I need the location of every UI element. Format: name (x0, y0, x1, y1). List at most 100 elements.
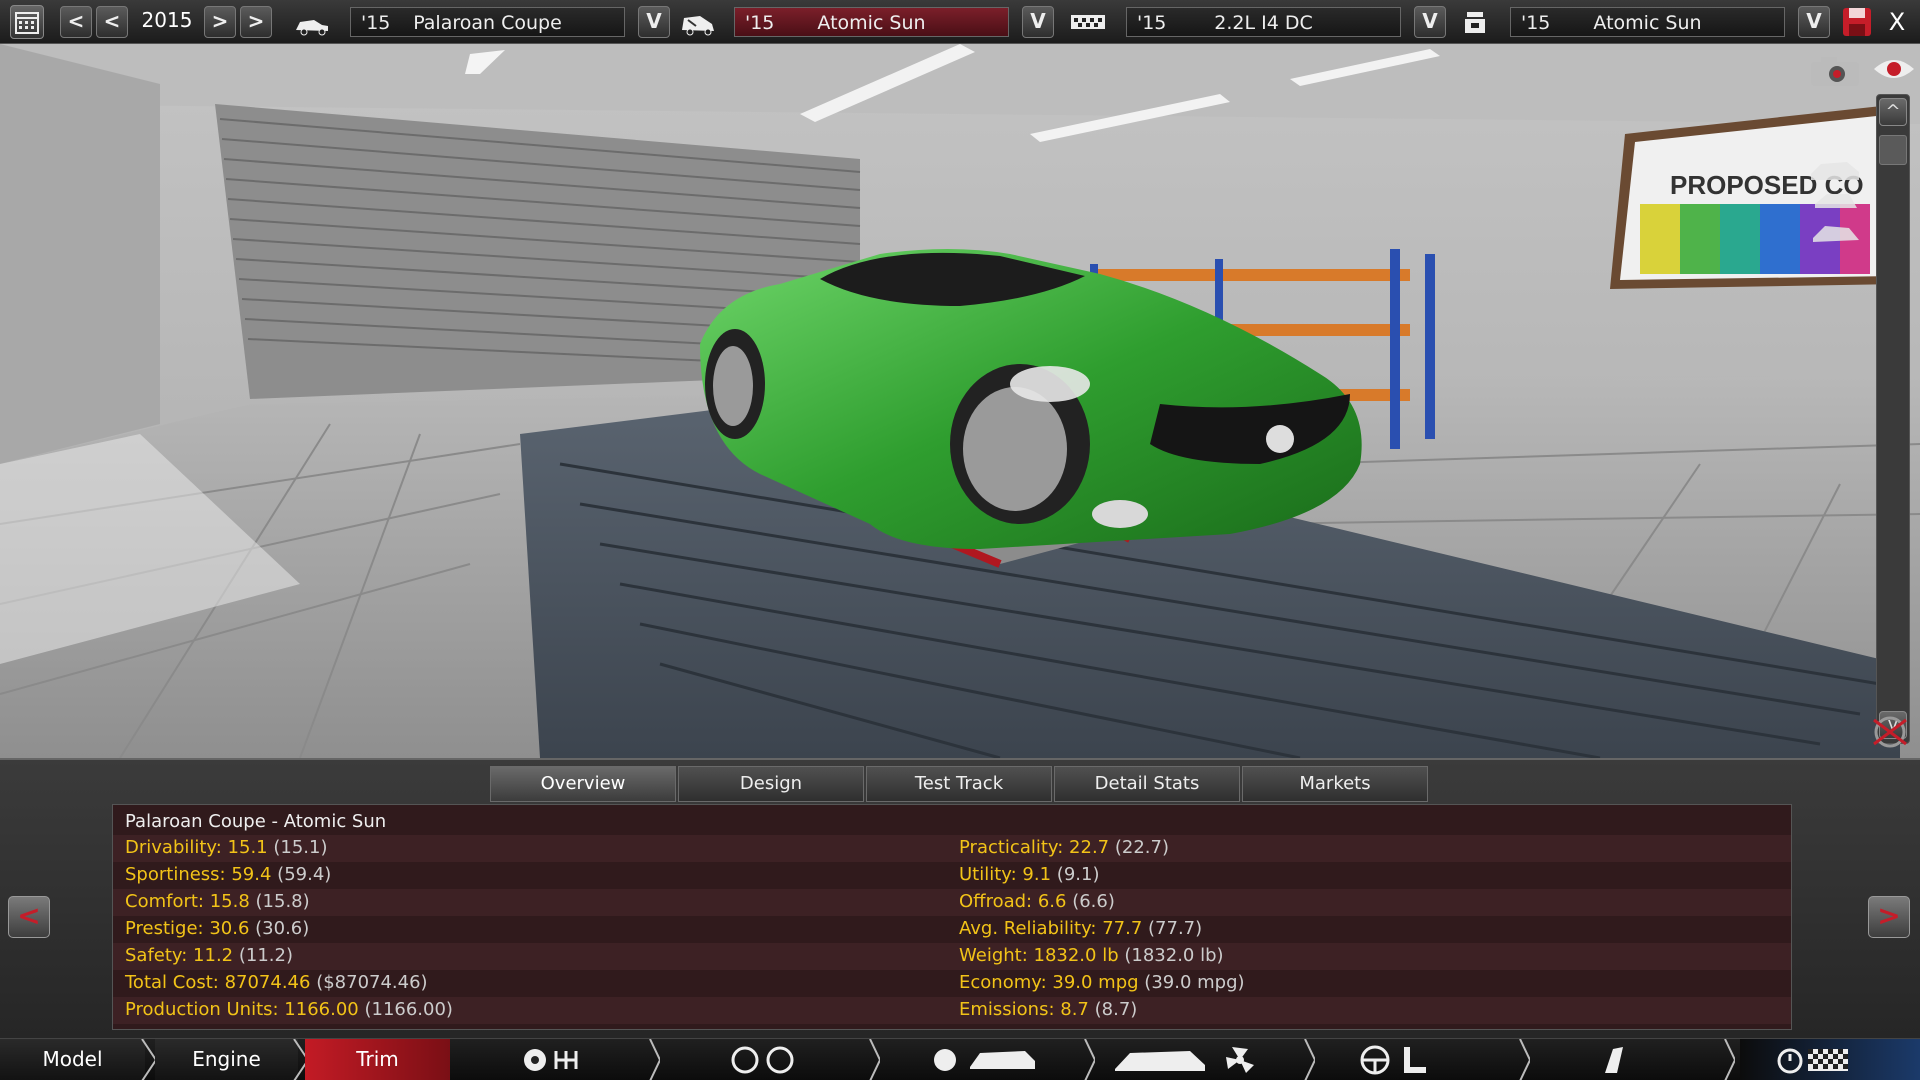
stat-value: (8.7) (1094, 999, 1138, 1020)
nav-model[interactable]: Model (0, 1039, 145, 1080)
stat-utility: Utility: 9.1 (9.1) (959, 864, 1099, 885)
nav-chassis-step[interactable] (460, 1038, 662, 1080)
scroll-thumb[interactable] (1879, 135, 1907, 165)
row-bg (113, 835, 1791, 862)
nav-suspension-step[interactable] (670, 1038, 882, 1080)
row-bg (113, 889, 1791, 916)
stat-value: (77.7) (1148, 918, 1203, 939)
year-next-button[interactable]: > (204, 6, 236, 38)
stat-value: ($87074.46) (316, 972, 428, 993)
stat-reliability: Avg. Reliability: 77.7 (77.7) (959, 918, 1202, 939)
spray-can-icon (1605, 1047, 1623, 1073)
stat-label: Utility: 9.1 (959, 864, 1052, 885)
stat-value: (15.1) (273, 837, 328, 858)
stat-label: Economy: 39.0 mpg (959, 972, 1139, 993)
checkered-flag-icon (1808, 1049, 1848, 1071)
engine-name: 2.2L I4 DC (1214, 12, 1313, 34)
stat-value: (1832.0 lb) (1124, 945, 1224, 966)
stopwatch-icon (1777, 1048, 1803, 1074)
gearbox-icon (554, 1051, 578, 1069)
eye-icon[interactable] (1872, 54, 1916, 84)
stat-label: Safety: 11.2 (125, 945, 234, 966)
engine-dropdown-button[interactable]: V (1414, 6, 1446, 38)
tab-markets[interactable]: Markets (1242, 766, 1428, 802)
stat-label: Practicality: 22.7 (959, 837, 1110, 858)
engine-selector[interactable]: '15 2.2L I4 DC (1126, 7, 1401, 37)
stat-production-units: Production Units: 1166.00 (1166.00) (125, 999, 453, 1020)
stat-value: (15.8) (255, 891, 310, 912)
viewport-scrollbar[interactable]: ^ v (1876, 94, 1910, 744)
stat-value: (39.0 mpg) (1144, 972, 1245, 993)
trim-name: Atomic Sun (817, 12, 926, 34)
stat-label: Avg. Reliability: 77.7 (959, 918, 1143, 939)
panel-tabs: Overview Design Test Track Detail Stats … (490, 766, 1430, 802)
trim-car-icon (678, 6, 718, 38)
trim-dropdown-button[interactable]: V (1022, 6, 1054, 38)
camera-icon[interactable] (1805, 54, 1865, 90)
car-side-icon (1115, 1051, 1205, 1071)
model-name: Palaroan Coupe (413, 12, 562, 34)
year-display: 2015 (141, 8, 193, 32)
nav-aero-step[interactable] (1100, 1038, 1317, 1080)
next-panel-button[interactable]: > (1868, 896, 1910, 938)
gear-icon (524, 1049, 546, 1071)
trim-selector[interactable]: '15 Atomic Sun (734, 7, 1009, 37)
tab-detail-stats[interactable]: Detail Stats (1054, 766, 1240, 802)
nav-interior-step[interactable] (1320, 1038, 1532, 1080)
top-toolbar: < < 2015 > > '15 Palaroan Coupe V '15 At… (0, 0, 1920, 44)
prev-panel-button[interactable]: < (8, 896, 50, 938)
stat-total-cost: Total Cost: 87074.46 ($87074.46) (125, 972, 428, 993)
engine-family-icon (1455, 6, 1495, 38)
tab-overview[interactable]: Overview (490, 766, 676, 802)
stat-emissions: Emissions: 8.7 (8.7) (959, 999, 1137, 1020)
stats-title: Palaroan Coupe - Atomic Sun (125, 811, 387, 832)
year-prev-button[interactable]: < (96, 6, 128, 38)
designer-nav: Model Engine Trim (0, 1038, 1920, 1080)
garage-scene: PROPOSED CO (0, 44, 1920, 758)
nav-body-step[interactable] (885, 1038, 1097, 1080)
family-selector[interactable]: '15 Atomic Sun (1510, 7, 1785, 37)
family-dropdown-button[interactable]: V (1798, 6, 1830, 38)
nav-test-step[interactable] (1740, 1039, 1920, 1080)
tab-test-track[interactable]: Test Track (866, 766, 1052, 802)
stat-label: Comfort: 15.8 (125, 891, 250, 912)
car-body-icon (970, 1051, 1035, 1069)
stat-economy: Economy: 39.0 mpg (39.0 mpg) (959, 972, 1245, 993)
stat-drivability: Drivability: 15.1 (15.1) (125, 837, 328, 858)
nav-trim[interactable]: Trim (305, 1039, 450, 1080)
save-icon[interactable] (1840, 5, 1874, 39)
tab-design[interactable]: Design (678, 766, 864, 802)
stat-prestige: Prestige: 30.6 (30.6) (125, 918, 309, 939)
stat-sportiness: Sportiness: 59.4 (59.4) (125, 864, 331, 885)
overview-stats: Palaroan Coupe - Atomic Sun Drivability:… (112, 804, 1792, 1030)
steering-wheel-icon (1360, 1045, 1390, 1075)
stat-label: Prestige: 30.6 (125, 918, 250, 939)
close-button[interactable]: X (1880, 6, 1914, 38)
year-prev-fast-button[interactable]: < (60, 6, 92, 38)
stat-value: (30.6) (255, 918, 310, 939)
reset-view-icon[interactable] (1868, 712, 1912, 752)
nav-engine[interactable]: Engine (155, 1039, 298, 1080)
stat-value: (6.6) (1072, 891, 1115, 912)
view-presets (1805, 132, 1865, 282)
stat-practicality: Practicality: 22.7 (22.7) (959, 837, 1169, 858)
stat-weight: Weight: 1832.0 lb (1832.0 lb) (959, 945, 1224, 966)
stat-value: (11.2) (238, 945, 293, 966)
stat-label: Sportiness: 59.4 (125, 864, 272, 885)
stat-label: Weight: 1832.0 lb (959, 945, 1119, 966)
info-panel: < > Overview Design Test Track Detail St… (0, 758, 1920, 1038)
year-next-fast-button[interactable]: > (240, 6, 272, 38)
stat-label: Offroad: 6.6 (959, 891, 1067, 912)
stat-offroad: Offroad: 6.6 (6.6) (959, 891, 1115, 912)
family-name: Atomic Sun (1593, 12, 1702, 34)
calendar-icon[interactable] (10, 5, 44, 39)
scroll-up-button[interactable]: ^ (1879, 98, 1907, 126)
car-viewport[interactable]: PROPOSED CO ^ v (0, 44, 1920, 758)
model-dropdown-button[interactable]: V (638, 6, 670, 38)
stat-safety: Safety: 11.2 (11.2) (125, 945, 293, 966)
row-bg (113, 943, 1791, 970)
model-selector[interactable]: '15 Palaroan Coupe (350, 7, 625, 37)
stat-comfort: Comfort: 15.8 (15.8) (125, 891, 310, 912)
nav-fixtures-step[interactable] (1535, 1038, 1737, 1080)
close-icon: X (1888, 8, 1906, 36)
